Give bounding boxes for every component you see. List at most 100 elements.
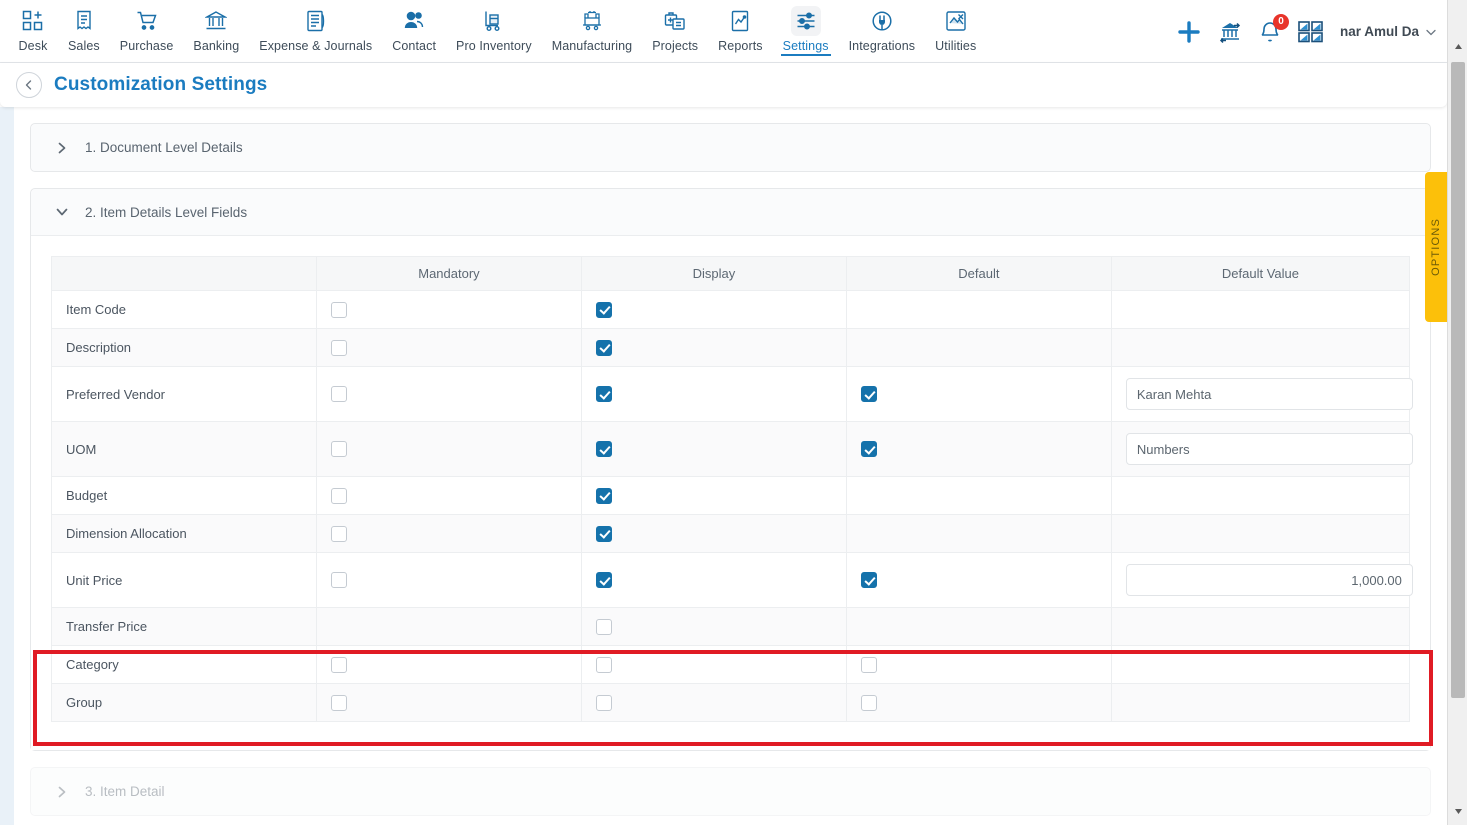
reports-icon [725, 6, 755, 36]
nav-item-manufacturing[interactable]: Manufacturing [542, 0, 643, 53]
default-value-cell [1110, 476, 1411, 515]
vertical-scrollbar[interactable] [1447, 0, 1467, 825]
nav-item-expense-journals[interactable]: Expense & Journals [249, 0, 382, 53]
section-2-body: Mandatory Display Default Default Value Ite… [31, 236, 1430, 750]
nav-item-label: Expense & Journals [259, 39, 373, 53]
section-1-header[interactable]: 1. Document Level Details [31, 124, 1430, 171]
page-title: Customization Settings [54, 74, 268, 95]
mandatory-cell [315, 607, 582, 646]
mandatory-checkbox[interactable] [330, 301, 347, 318]
field-name-cell: UOM [51, 421, 317, 477]
display-checkbox[interactable] [595, 525, 612, 542]
display-cell [580, 421, 847, 477]
section-3-header[interactable]: 3. Item Detail [31, 768, 1430, 815]
default-checkbox[interactable] [860, 694, 877, 711]
default-checkbox[interactable] [860, 572, 877, 589]
default-value-cell [1110, 290, 1411, 329]
nav-item-label: Desk [18, 39, 48, 53]
apps-grid-icon[interactable] [1298, 20, 1324, 44]
display-checkbox[interactable] [595, 301, 612, 318]
user-menu[interactable]: nar Amul Da [1340, 24, 1437, 39]
nav-item-contact[interactable]: Contact [382, 0, 446, 53]
display-checkbox[interactable] [595, 441, 612, 458]
default-checkbox[interactable] [860, 441, 877, 458]
utilities-icon [941, 6, 971, 36]
field-name-cell: Item Code [51, 290, 317, 329]
options-side-tab[interactable]: OPTIONS [1425, 172, 1447, 322]
active-tab-underline [780, 53, 831, 56]
default-value-input[interactable] [1125, 378, 1413, 410]
default-value-cell [1110, 328, 1411, 367]
display-checkbox[interactable] [595, 339, 612, 356]
default-cell [845, 645, 1112, 684]
default-checkbox[interactable] [860, 656, 877, 673]
section-2-title: 2. Item Details Level Fields [85, 204, 248, 220]
default-cell [845, 290, 1112, 329]
default-cell [845, 552, 1112, 608]
mandatory-cell [315, 328, 582, 367]
display-checkbox[interactable] [595, 694, 612, 711]
table-row: UOM [51, 421, 1413, 477]
mandatory-cell [315, 683, 582, 722]
table-row: Group [51, 683, 1411, 722]
nav-item-purchase[interactable]: Purchase [110, 0, 184, 53]
mandatory-checkbox[interactable] [330, 487, 347, 504]
nav-item-integrations[interactable]: Integrations [839, 0, 926, 53]
field-name-cell: Description [51, 328, 317, 367]
field-name-cell: Unit Price [51, 552, 317, 608]
bell-icon[interactable]: 0 [1258, 13, 1289, 44]
scrollbar-thumb[interactable] [1451, 62, 1465, 698]
mandatory-checkbox[interactable] [330, 525, 347, 542]
expense-icon [301, 6, 331, 36]
nav-item-label: Settings [782, 39, 829, 53]
bank-transfer-icon[interactable] [1218, 20, 1242, 44]
mandatory-checkbox[interactable] [330, 694, 347, 711]
display-cell [580, 683, 847, 722]
field-name-cell: Group [51, 683, 317, 722]
display-checkbox[interactable] [595, 386, 612, 403]
display-checkbox[interactable] [595, 618, 612, 635]
nav-item-label: Reports [718, 39, 763, 53]
nav-item-banking[interactable]: Banking [183, 0, 249, 53]
back-button[interactable] [16, 72, 42, 98]
options-tab-label: OPTIONS [1430, 218, 1442, 276]
default-cell [845, 328, 1112, 367]
nav-item-sales[interactable]: Sales [58, 0, 110, 53]
field-name-cell: Category [51, 645, 317, 684]
integrations-icon [867, 6, 897, 36]
inventory-icon [479, 6, 509, 36]
scroll-up-arrow[interactable] [1448, 36, 1467, 56]
mandatory-checkbox[interactable] [330, 656, 347, 673]
nav-item-desk[interactable]: Desk [8, 0, 58, 53]
column-header-display: Display [580, 256, 847, 291]
nav-item-utilities[interactable]: Utilities [925, 0, 986, 53]
display-checkbox[interactable] [595, 487, 612, 504]
mandatory-checkbox[interactable] [330, 386, 347, 403]
default-value-input[interactable] [1125, 564, 1413, 596]
default-checkbox[interactable] [860, 386, 877, 403]
nav-item-settings[interactable]: Settings [773, 0, 839, 56]
plus-icon[interactable] [1176, 19, 1202, 45]
mandatory-checkbox[interactable] [330, 441, 347, 458]
display-cell [580, 476, 847, 515]
display-checkbox[interactable] [595, 572, 612, 589]
nav-item-reports[interactable]: Reports [708, 0, 772, 53]
display-checkbox[interactable] [595, 656, 612, 673]
mandatory-checkbox[interactable] [330, 339, 347, 356]
nav-item-projects[interactable]: Projects [642, 0, 708, 53]
column-header-default-value: Default Value [1110, 256, 1411, 291]
chevron-down-icon [56, 208, 68, 216]
nav-item-pro-inventory[interactable]: Pro Inventory [446, 0, 542, 53]
table-row: Transfer Price [51, 607, 1411, 646]
chevron-left-icon [25, 80, 32, 90]
scroll-down-arrow[interactable] [1448, 801, 1467, 821]
field-name-cell: Transfer Price [51, 607, 317, 646]
display-cell [580, 607, 847, 646]
default-value-input[interactable] [1125, 433, 1413, 465]
section-item-detail: 3. Item Detail [30, 767, 1431, 816]
banking-icon [201, 6, 231, 36]
settings-content-panel: 1. Document Level Details 2. Item Detail… [14, 107, 1447, 825]
desk-icon [18, 6, 48, 36]
section-2-header[interactable]: 2. Item Details Level Fields [31, 189, 1430, 236]
mandatory-checkbox[interactable] [330, 572, 347, 589]
